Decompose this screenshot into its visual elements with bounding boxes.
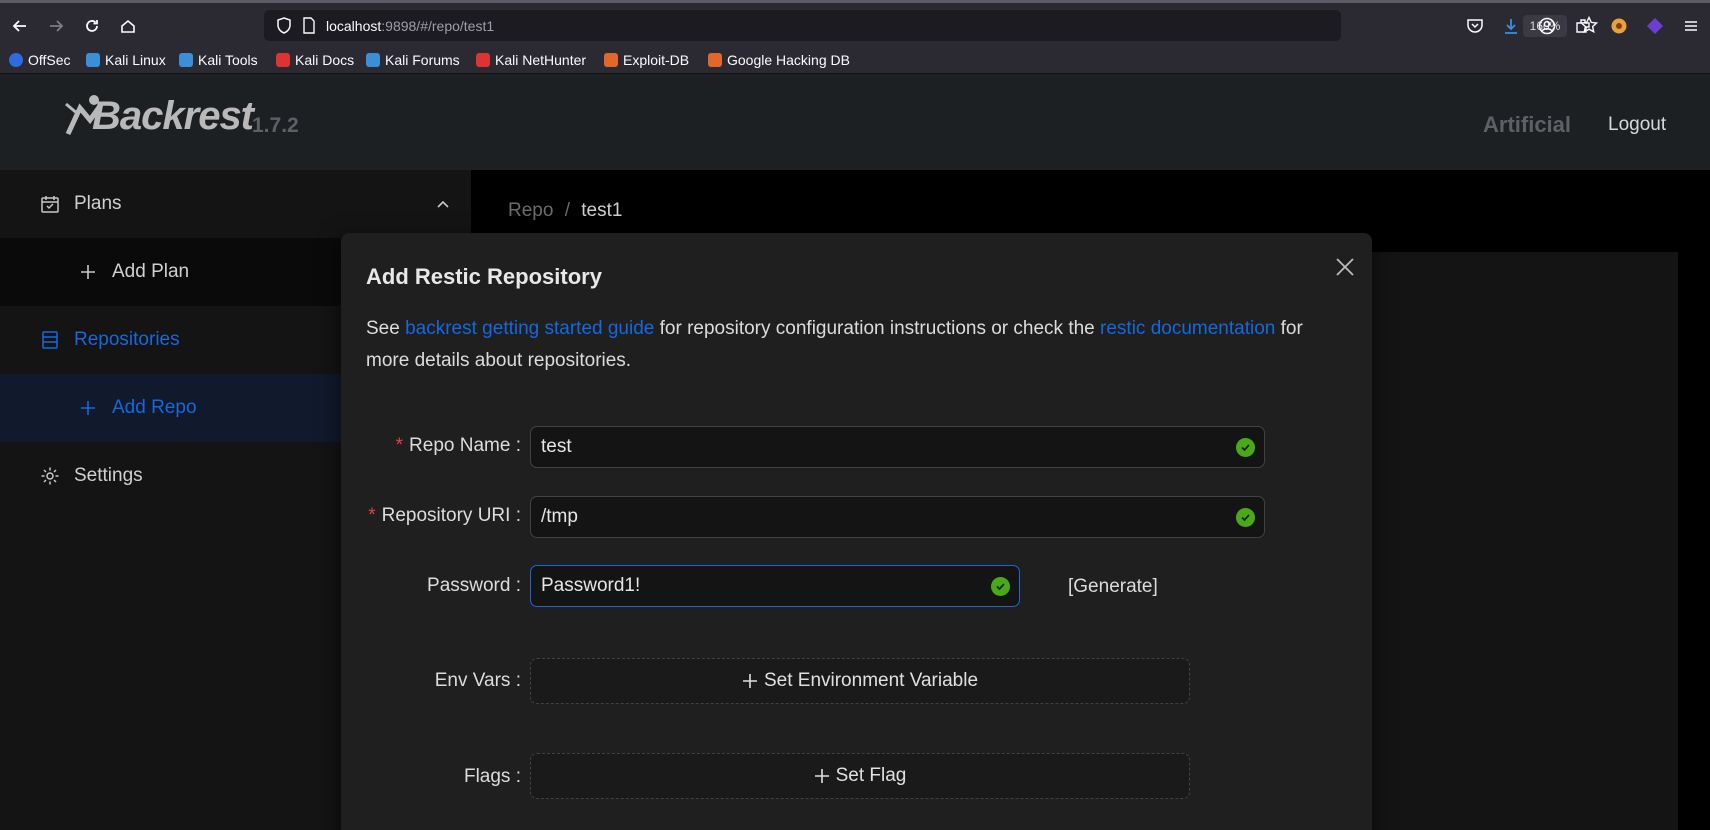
repo-name-field[interactable] (530, 426, 1265, 468)
exploit-db-icon (604, 53, 618, 67)
database-icon (40, 330, 60, 350)
gear-icon (40, 466, 60, 486)
plus-icon (814, 769, 829, 783)
restic-docs-link[interactable]: restic documentation (1100, 318, 1275, 339)
reload-icon[interactable] (80, 14, 104, 38)
bookmarks-bar: OffSec Kali Linux Kali Tools Kali Docs K… (0, 46, 1710, 74)
breadcrumb-parent[interactable]: Repo (508, 200, 553, 221)
sidebar-item-plans[interactable]: Plans (0, 170, 471, 238)
app-version: 1.7.2 (252, 114, 299, 137)
logout-link[interactable]: Logout (1608, 114, 1666, 136)
plus-icon (742, 674, 757, 688)
kali-dragon-icon (86, 53, 100, 67)
extension-orange-icon[interactable] (1610, 17, 1628, 40)
offsec-icon (9, 53, 23, 67)
breadcrumb: Repo / test1 (508, 200, 622, 222)
menu-icon[interactable] (1682, 17, 1700, 40)
extension-purple-icon[interactable] (1646, 17, 1664, 40)
repo-name-input[interactable] (541, 427, 1224, 467)
add-repository-modal: Add Restic Repository See backrest getti… (341, 233, 1372, 830)
calendar-icon (40, 194, 60, 214)
password-input[interactable] (541, 566, 979, 606)
set-env-var-button[interactable]: Set Environment Variable (530, 658, 1190, 704)
app-header: Backrest 1.7.2 Artificial Logout (0, 74, 1710, 170)
pocket-icon[interactable] (1466, 17, 1484, 40)
password-field[interactable] (530, 565, 1020, 607)
app-logo[interactable]: Backrest (92, 94, 254, 139)
url-text: localhost:9898/#/repo/test1 (326, 18, 495, 34)
chevron-up-icon[interactable] (436, 196, 450, 218)
bookmark-exploit-db[interactable]: Exploit-DB (604, 50, 689, 70)
bookmark-kali-docs[interactable]: Kali Docs (276, 50, 354, 70)
shield-icon[interactable] (276, 17, 292, 39)
repo-uri-field[interactable] (530, 496, 1265, 538)
kali-tools-icon (179, 53, 193, 67)
plus-icon (78, 398, 98, 418)
close-icon[interactable] (1331, 253, 1359, 281)
back-icon[interactable] (8, 14, 32, 38)
bookmark-google-hacking-db[interactable]: Google Hacking DB (708, 50, 850, 70)
bookmark-kali-linux[interactable]: Kali Linux (86, 50, 166, 70)
bookmark-offsec[interactable]: OffSec (9, 50, 71, 70)
bookmark-kali-tools[interactable]: Kali Tools (179, 50, 258, 70)
bookmark-kali-forums[interactable]: Kali Forums (366, 50, 460, 70)
kali-forums-icon (366, 53, 380, 67)
generate-password-link[interactable]: [Generate] (1068, 576, 1158, 598)
account-icon[interactable] (1538, 17, 1556, 40)
home-icon[interactable] (116, 14, 140, 38)
getting-started-link[interactable]: backrest getting started guide (405, 318, 654, 339)
extensions-icon[interactable] (1574, 17, 1592, 40)
page-icon (302, 17, 316, 39)
url-bar[interactable]: localhost:9898/#/repo/test1 160% (264, 10, 1599, 41)
content-panel (1370, 252, 1678, 830)
modal-title: Add Restic Repository (366, 264, 602, 289)
valid-check-icon (1236, 508, 1255, 527)
user-name: Artificial (1483, 112, 1572, 137)
password-label: Password : (427, 575, 521, 596)
nethunter-icon (476, 53, 490, 67)
bookmark-kali-nethunter[interactable]: Kali NetHunter (476, 50, 586, 70)
valid-check-icon (1236, 438, 1255, 457)
modal-description: See backrest getting started guide for r… (366, 318, 1303, 371)
flags-label: Flags : (463, 766, 521, 787)
env-vars-label: Env Vars : (434, 670, 521, 691)
valid-check-icon (991, 577, 1010, 596)
set-flag-button[interactable]: Set Flag (530, 753, 1190, 799)
repo-name-label: * Repo Name : (395, 435, 521, 456)
kali-docs-icon (276, 53, 290, 67)
browser-toolbar: localhost:9898/#/repo/test1 160% (0, 0, 1710, 46)
forward-icon[interactable] (44, 14, 68, 38)
repo-uri-input[interactable] (541, 497, 1224, 537)
download-icon[interactable] (1502, 17, 1520, 40)
breadcrumb-current: test1 (581, 200, 623, 221)
repo-uri-label: * Repository URI : (368, 505, 521, 526)
ghdb-icon (708, 53, 722, 67)
breadcrumb-separator: / (564, 200, 570, 221)
plus-icon (78, 262, 98, 282)
